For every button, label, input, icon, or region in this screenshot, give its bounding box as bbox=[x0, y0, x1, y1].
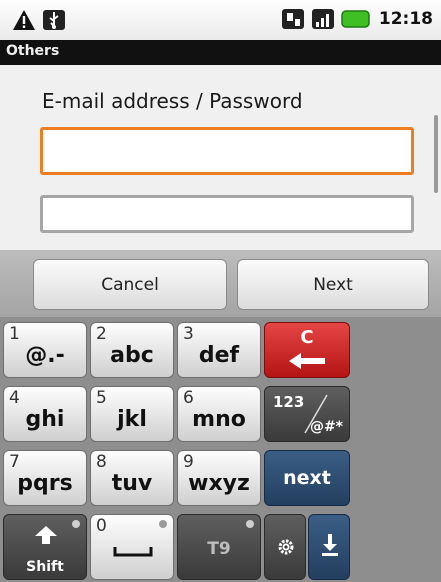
scrollbar[interactable] bbox=[434, 115, 438, 193]
key-9[interactable]: 9 wxyz bbox=[177, 450, 261, 506]
clock: 12:18 bbox=[378, 9, 433, 29]
key-2[interactable]: 2 abc bbox=[90, 322, 174, 378]
page-title: Others bbox=[6, 43, 60, 59]
usb-icon bbox=[43, 10, 65, 30]
signal-icon bbox=[311, 9, 334, 29]
key-0[interactable]: 0 bbox=[90, 514, 174, 580]
title-bar: Others bbox=[0, 40, 441, 65]
symbol-key-bottom: @#* bbox=[309, 419, 343, 435]
hide-keyboard-key[interactable] bbox=[308, 514, 350, 580]
cancel-button[interactable]: Cancel bbox=[33, 259, 227, 310]
shift-key[interactable]: Shift bbox=[3, 514, 87, 580]
t9-indicator bbox=[246, 520, 254, 528]
key-number: 7 bbox=[9, 452, 20, 472]
key-chars: def bbox=[198, 343, 240, 368]
key-6[interactable]: 6 mno bbox=[177, 386, 261, 442]
download-arrow-icon bbox=[322, 534, 338, 556]
warning-icon bbox=[13, 10, 35, 30]
key-chars: wxyz bbox=[188, 471, 250, 496]
key-5[interactable]: 5 jkl bbox=[90, 386, 174, 442]
email-field[interactable] bbox=[40, 127, 414, 175]
key-number: 9 bbox=[183, 452, 194, 472]
key-number: 6 bbox=[183, 388, 194, 408]
password-field[interactable] bbox=[40, 195, 414, 233]
field-label: E-mail address / Password bbox=[42, 89, 303, 113]
next-key-label: next bbox=[283, 467, 331, 489]
key-4[interactable]: 4 ghi bbox=[3, 386, 87, 442]
status-right-icons: 12:18 bbox=[281, 8, 433, 30]
shift-arrow-icon bbox=[35, 526, 57, 544]
key-number: 3 bbox=[183, 324, 194, 344]
gear-icon bbox=[278, 539, 294, 555]
backspace-arrow-icon bbox=[289, 353, 325, 369]
battery-icon bbox=[341, 10, 370, 28]
key-chars: @.- bbox=[25, 343, 65, 368]
key-1[interactable]: 1 @.- bbox=[3, 322, 87, 378]
key-7[interactable]: 7 pqrs bbox=[3, 450, 87, 506]
key-3[interactable]: 3 def bbox=[177, 322, 261, 378]
key-8[interactable]: 8 tuv bbox=[90, 450, 174, 506]
sim-icon bbox=[281, 9, 304, 29]
clear-key[interactable]: C bbox=[264, 322, 350, 378]
key-number: 0 bbox=[96, 516, 107, 536]
next-button[interactable]: Next bbox=[237, 259, 429, 310]
keyboard: Cancel Next 1 @.- 2 abc 3 def C 4 ghi 5 … bbox=[0, 250, 441, 582]
settings-key[interactable] bbox=[264, 514, 306, 580]
clear-key-label: C bbox=[300, 327, 314, 348]
next-key[interactable]: next bbox=[264, 450, 350, 506]
login-form: E-mail address / Password bbox=[0, 65, 441, 250]
key-number: 4 bbox=[9, 388, 20, 408]
shift-label: Shift bbox=[26, 559, 64, 575]
t9-label: T9 bbox=[207, 539, 231, 559]
symbol-key[interactable]: 123 @#* bbox=[264, 386, 350, 442]
space-indicator bbox=[159, 520, 167, 528]
key-chars: pqrs bbox=[17, 471, 73, 496]
status-left-icons bbox=[12, 9, 66, 31]
space-icon bbox=[113, 547, 153, 557]
shift-indicator bbox=[72, 520, 80, 528]
key-chars: abc bbox=[110, 343, 154, 368]
key-chars: mno bbox=[192, 407, 246, 432]
key-number: 1 bbox=[9, 324, 20, 344]
key-chars: ghi bbox=[25, 407, 65, 432]
key-number: 2 bbox=[96, 324, 107, 344]
t9-key[interactable]: T9 bbox=[177, 514, 261, 580]
key-number: 5 bbox=[96, 388, 107, 408]
key-number: 8 bbox=[96, 452, 107, 472]
key-chars: jkl bbox=[117, 407, 147, 432]
key-chars: tuv bbox=[111, 471, 153, 496]
status-bar: 12:18 bbox=[0, 0, 441, 40]
